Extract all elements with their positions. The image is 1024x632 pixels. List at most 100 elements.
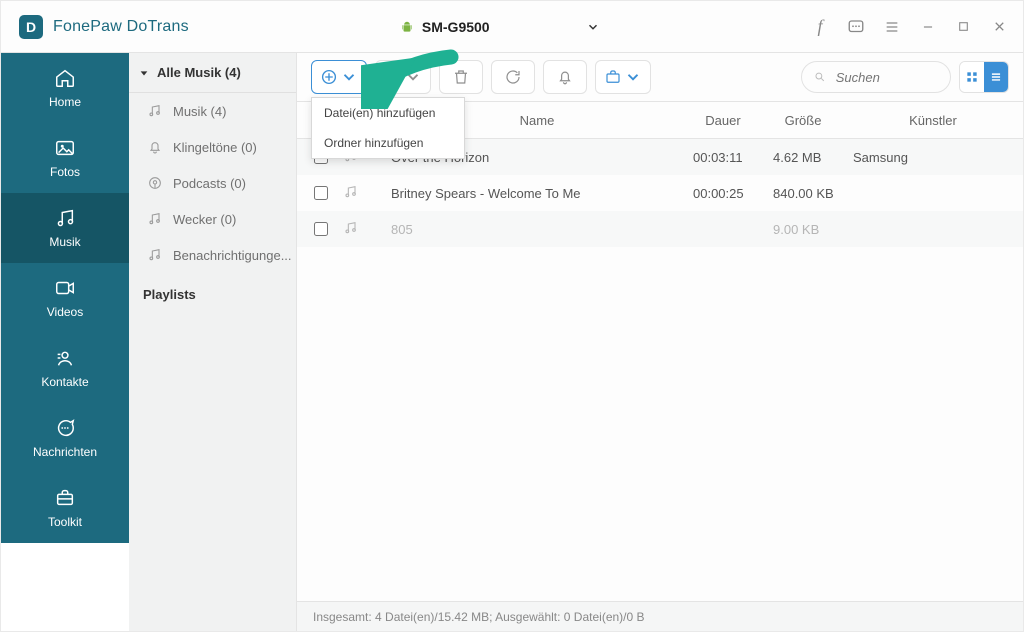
cell-artist: Samsung: [843, 150, 1023, 165]
sidebar: Home Fotos Musik Videos Kontakte Nachric…: [1, 53, 129, 631]
search-box[interactable]: [801, 61, 951, 93]
chevron-down-icon: [340, 68, 358, 86]
cell-size: 840.00 KB: [763, 186, 843, 201]
music-icon: [147, 247, 163, 263]
device-icon: [384, 68, 402, 86]
category-item[interactable]: Musik (4): [129, 93, 296, 129]
sidebar-item-label: Nachrichten: [33, 445, 97, 459]
search-icon: [814, 70, 826, 84]
category-item[interactable]: Wecker (0): [129, 201, 296, 237]
category-item[interactable]: Podcasts (0): [129, 165, 296, 201]
view-grid-button[interactable]: [960, 62, 984, 92]
category-panel: Alle Musik (4) Musik (4) Klingeltöne (0) P…: [129, 53, 297, 631]
title-bar: D FonePaw DoTrans SM-G9500 f: [1, 1, 1023, 53]
cell-name: Britney Spears - Welcome To Me: [385, 186, 683, 201]
bell-icon: [556, 68, 574, 86]
music-icon: [343, 184, 359, 200]
category-label: Klingeltöne (0): [173, 140, 257, 155]
category-header[interactable]: Alle Musik (4): [129, 53, 296, 93]
device-name: SM-G9500: [422, 19, 490, 35]
maximize-button[interactable]: [955, 18, 973, 36]
music-icon: [147, 211, 163, 227]
sidebar-item-toolkit[interactable]: Toolkit: [1, 473, 129, 543]
facebook-icon[interactable]: f: [811, 18, 829, 36]
category-label: Wecker (0): [173, 212, 236, 227]
plus-circle-icon: [320, 68, 338, 86]
contacts-icon: [54, 347, 76, 369]
col-artist[interactable]: Künstler: [843, 113, 1023, 128]
photos-icon: [54, 137, 76, 159]
category-item[interactable]: Benachrichtigunge...: [129, 237, 296, 273]
cell-size: 4.62 MB: [763, 150, 843, 165]
collapse-icon: [139, 68, 149, 78]
add-dropdown: Datei(en) hinzufügen Ordner hinzufügen: [311, 97, 465, 159]
feedback-icon[interactable]: [847, 18, 865, 36]
sidebar-item-home[interactable]: Home: [1, 53, 129, 123]
close-button[interactable]: [991, 18, 1009, 36]
minimize-button[interactable]: [919, 18, 937, 36]
category-item[interactable]: Klingeltöne (0): [129, 129, 296, 165]
category-label: Musik (4): [173, 104, 226, 119]
view-toggle: [959, 61, 1009, 93]
menu-icon[interactable]: [883, 18, 901, 36]
device-selector[interactable]: SM-G9500: [400, 19, 600, 35]
row-checkbox[interactable]: [314, 186, 328, 200]
briefcase-icon: [604, 68, 622, 86]
podcast-icon: [147, 175, 163, 191]
sidebar-item-videos[interactable]: Videos: [1, 263, 129, 333]
main-content: Datei(en) hinzufügen Ordner hinzufügen N…: [297, 53, 1023, 631]
sidebar-item-label: Toolkit: [48, 515, 82, 529]
table-row[interactable]: 805 9.00 KB: [297, 211, 1023, 247]
sidebar-item-label: Kontakte: [41, 375, 88, 389]
videos-icon: [54, 277, 76, 299]
export-button[interactable]: [375, 60, 431, 94]
col-size[interactable]: Größe: [763, 113, 843, 128]
cell-size: 9.00 KB: [763, 222, 843, 237]
messages-icon: [54, 417, 76, 439]
toolkit-icon: [54, 487, 76, 509]
toolbox-button[interactable]: [595, 60, 651, 94]
sidebar-item-label: Videos: [47, 305, 83, 319]
chevron-down-icon: [586, 20, 600, 34]
cell-duration: 00:03:11: [683, 150, 763, 165]
refresh-button[interactable]: [491, 60, 535, 94]
android-icon: [400, 20, 414, 34]
view-list-button[interactable]: [984, 62, 1008, 92]
table-row[interactable]: Britney Spears - Welcome To Me00:00:2584…: [297, 175, 1023, 211]
ringtone-button[interactable]: [543, 60, 587, 94]
category-header-label: Alle Musik (4): [157, 65, 241, 80]
sidebar-item-photos[interactable]: Fotos: [1, 123, 129, 193]
search-input[interactable]: [834, 69, 938, 86]
music-icon: [54, 207, 76, 229]
home-icon: [54, 67, 76, 89]
add-files-option[interactable]: Datei(en) hinzufügen: [312, 98, 464, 128]
toolbar: Datei(en) hinzufügen Ordner hinzufügen: [297, 53, 1023, 101]
refresh-icon: [504, 68, 522, 86]
row-checkbox[interactable]: [314, 222, 328, 236]
chevron-down-icon: [624, 68, 642, 86]
cell-name: 805: [385, 222, 683, 237]
bell-icon: [147, 139, 163, 155]
music-icon: [147, 103, 163, 119]
status-bar: Insgesamt: 4 Datei(en)/15.42 MB; Ausgewä…: [297, 601, 1023, 631]
delete-button[interactable]: [439, 60, 483, 94]
sidebar-item-messages[interactable]: Nachrichten: [1, 403, 129, 473]
window-controls: f: [811, 18, 1009, 36]
sidebar-item-label: Fotos: [50, 165, 80, 179]
playlists-header[interactable]: Playlists: [129, 273, 296, 316]
music-icon: [343, 220, 359, 236]
cell-duration: 00:00:25: [683, 186, 763, 201]
table-body: Over the Horizon00:03:114.62 MBSamsungBr…: [297, 139, 1023, 601]
sidebar-item-label: Home: [49, 95, 81, 109]
category-label: Benachrichtigunge...: [173, 248, 292, 263]
app-logo: D: [19, 15, 43, 39]
sidebar-item-label: Musik: [49, 235, 80, 249]
add-folder-option[interactable]: Ordner hinzufügen: [312, 128, 464, 158]
add-button[interactable]: [311, 60, 367, 94]
category-label: Podcasts (0): [173, 176, 246, 191]
chevron-down-icon: [404, 68, 422, 86]
trash-icon: [452, 68, 470, 86]
sidebar-item-music[interactable]: Musik: [1, 193, 129, 263]
col-duration[interactable]: Dauer: [683, 113, 763, 128]
sidebar-item-contacts[interactable]: Kontakte: [1, 333, 129, 403]
